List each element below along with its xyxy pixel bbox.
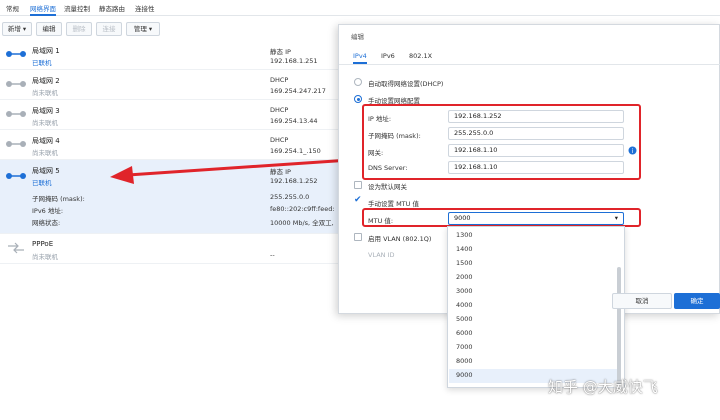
mtu-option[interactable]: 1400 <box>456 245 473 253</box>
delete-button[interactable]: 删除 <box>66 22 92 36</box>
dialog-tabs: IPv4 IPv6 802.1X <box>339 47 720 65</box>
dhcp-radio[interactable] <box>354 78 362 86</box>
interface-status: 尚未联机 <box>32 89 58 97</box>
tab-connectivity[interactable]: 连接性 <box>135 3 155 13</box>
mtu-option[interactable]: 7000 <box>456 343 473 351</box>
connected-network-icon <box>6 51 26 57</box>
interface-status: 尚未联机 <box>32 149 58 157</box>
new-button[interactable]: 新增 ▾ <box>2 22 32 36</box>
disconnected-network-icon <box>6 141 26 147</box>
ipv6-label: IPv6 地址: <box>32 207 64 215</box>
mtu-option[interactable]: 4000 <box>456 301 473 309</box>
manage-button-label: 管理 <box>133 25 147 33</box>
mtu-option[interactable]: 5000 <box>456 315 473 323</box>
mtu-option-selected[interactable]: 9000 <box>456 371 473 379</box>
default-gateway-label: 设为默认网关 <box>368 183 407 191</box>
connect-button[interactable]: 连接 <box>96 22 122 36</box>
interface-ip: 169.254.13.44 <box>270 117 318 125</box>
interface-ip: 169.254.1_.150 <box>270 147 321 155</box>
mtu-option[interactable]: 1500 <box>456 259 473 267</box>
mask-label: 子网掩码 (mask): <box>32 195 85 203</box>
mtu-option[interactable]: 2000 <box>456 273 473 281</box>
pppoe-arrows-icon <box>8 242 24 254</box>
manual-config-radio[interactable] <box>354 95 362 103</box>
interface-type: 静态 IP <box>270 48 291 56</box>
dhcp-label: 自动取得网络设置(DHCP) <box>368 80 444 88</box>
interface-name: 局域网 2 <box>32 77 60 85</box>
connected-network-icon <box>6 173 26 179</box>
chevron-down-icon: ▾ <box>22 25 27 33</box>
ipv6-value: fe80::202:c9ff:feed: <box>270 205 335 213</box>
interface-name: 局域网 3 <box>32 107 60 115</box>
annotation-highlight-mtu <box>362 208 641 227</box>
mtu-dropdown-list: 1300 1400 1500 2000 3000 4000 5000 6000 … <box>447 226 625 388</box>
edit-button[interactable]: 编辑 <box>36 22 62 36</box>
tab-static-route[interactable]: 静态路由 <box>99 3 125 13</box>
mtu-option[interactable]: 3000 <box>456 287 473 295</box>
vlan-id-label: VLAN ID <box>368 251 395 259</box>
default-gateway-checkbox[interactable] <box>354 181 362 189</box>
mtu-option[interactable]: 6000 <box>456 329 473 337</box>
annotation-highlight-ip <box>362 104 641 180</box>
network-status-label: 网络状态: <box>32 219 61 227</box>
list-item[interactable]: 局域网 3 尚未联机 DHCP 169.254.13.44 <box>0 100 345 130</box>
new-button-label: 新增 <box>7 25 21 33</box>
mtu-option[interactable]: 8000 <box>456 357 473 365</box>
top-nav: 常规 网络界面 流量控制 静态路由 连接性 <box>0 0 720 16</box>
mtu-manual-label: 手动设置 MTU 值 <box>368 200 419 208</box>
dialog-title: 编辑 <box>351 33 364 41</box>
dropdown-scrollbar[interactable] <box>617 267 621 385</box>
list-item[interactable]: 局域网 1 已联机 静态 IP 192.168.1.251 <box>0 40 345 70</box>
tab-ipv6[interactable]: IPv6 <box>381 52 395 60</box>
mtu-option[interactable]: 1300 <box>456 231 473 239</box>
interface-name: PPPoE <box>32 240 54 248</box>
chevron-down-icon: ▾ <box>148 25 153 33</box>
interface-status: 尚未联机 <box>32 253 58 261</box>
annotation-arrow-icon <box>110 158 351 184</box>
ok-button[interactable]: 确定 <box>674 293 720 309</box>
interface-type: DHCP <box>270 106 289 114</box>
vlan-label: 启用 VLAN (802.1Q) <box>368 235 432 243</box>
interface-type: DHCP <box>270 136 289 144</box>
interface-ip: -- <box>270 251 275 259</box>
interface-ip: 192.168.1.251 <box>270 57 318 65</box>
vlan-checkbox[interactable] <box>354 233 362 241</box>
tab-general[interactable]: 常规 <box>6 3 19 13</box>
tab-ipv4[interactable]: IPv4 <box>353 52 367 64</box>
tab-8021x[interactable]: 802.1X <box>409 52 432 60</box>
interface-name: 局域网 5 <box>32 167 60 175</box>
cancel-button[interactable]: 取消 <box>612 293 672 309</box>
interface-status: 已联机 <box>32 179 52 187</box>
list-item[interactable]: PPPoE 尚未联机 -- <box>0 234 345 264</box>
watermark: 知乎 @大威快飞 <box>548 378 658 396</box>
interface-name: 局域网 4 <box>32 137 60 145</box>
list-item[interactable]: 局域网 2 尚未联机 DHCP 169.254.247.217 <box>0 70 345 100</box>
tab-traffic-control[interactable]: 流量控制 <box>64 3 90 13</box>
interface-status: 已联机 <box>32 59 52 67</box>
check-icon[interactable]: ✔ <box>354 195 362 205</box>
toolbar: 新增 ▾ 编辑 删除 连接 管理 ▾ <box>0 20 340 40</box>
disconnected-network-icon <box>6 111 26 117</box>
tab-network-interface[interactable]: 网络界面 <box>30 3 56 16</box>
interface-ip: 169.254.247.217 <box>270 87 326 95</box>
interface-name: 局域网 1 <box>32 47 60 55</box>
interface-type: DHCP <box>270 76 289 84</box>
interface-status: 尚未联机 <box>32 119 58 127</box>
disconnected-network-icon <box>6 81 26 87</box>
manage-button[interactable]: 管理 ▾ <box>126 22 160 36</box>
network-status-value: 10000 Mb/s, 全双工, <box>270 219 334 227</box>
